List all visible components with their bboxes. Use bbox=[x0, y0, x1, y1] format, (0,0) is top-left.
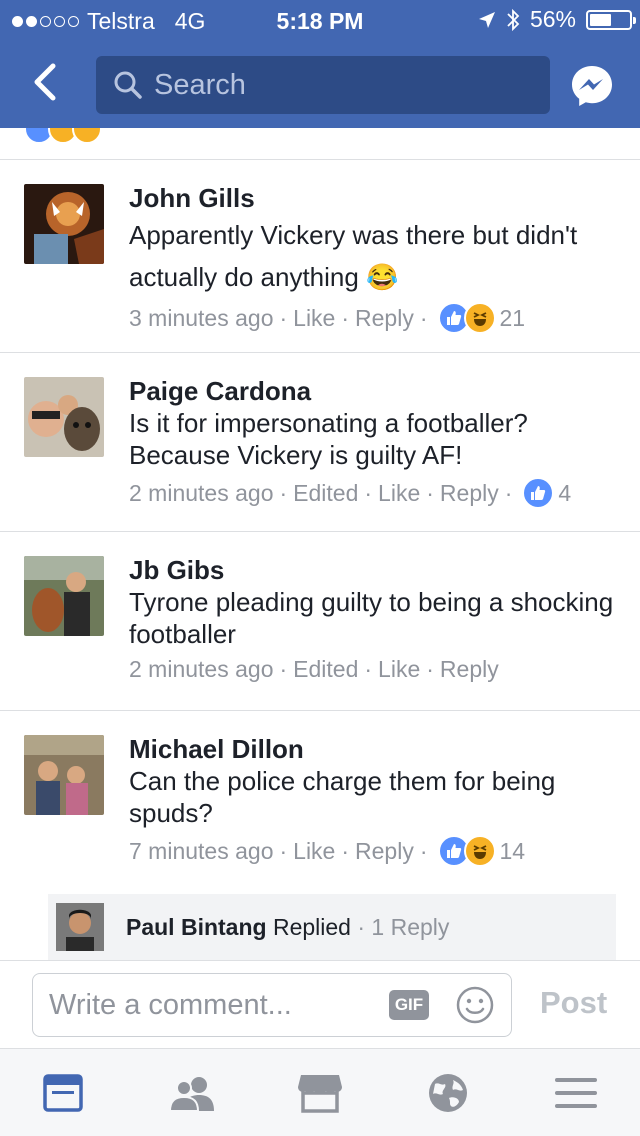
reaction-summary[interactable]: 4 bbox=[522, 477, 571, 509]
edited-label: Edited bbox=[293, 656, 359, 682]
gif-button[interactable]: GIF bbox=[389, 990, 429, 1020]
comment-input[interactable]: Write a comment... GIF bbox=[32, 973, 512, 1037]
comment-timestamp: 3 minutes ago bbox=[129, 304, 274, 331]
search-icon bbox=[114, 71, 142, 99]
app-header: Telstra 4G 5:18 PM 56% Search bbox=[0, 0, 640, 128]
avatar[interactable] bbox=[24, 184, 104, 264]
comment-author[interactable]: Michael Dillon bbox=[129, 733, 620, 765]
sticker-smile-icon[interactable] bbox=[455, 985, 495, 1025]
comment-timestamp: 2 minutes ago bbox=[129, 656, 274, 682]
reaction-count: 4 bbox=[558, 479, 572, 506]
like-button[interactable]: Like bbox=[293, 838, 335, 865]
location-arrow-icon bbox=[478, 11, 495, 28]
edited-label: Edited bbox=[293, 479, 359, 506]
comment-meta: 7 minutes ago · Like · Reply · 14 bbox=[129, 835, 620, 867]
tab-friends[interactable] bbox=[167, 1071, 217, 1115]
wow-reaction-icon bbox=[72, 128, 102, 144]
like-button[interactable]: Like bbox=[293, 305, 335, 332]
reply-action: Replied bbox=[272, 913, 351, 940]
back-button[interactable] bbox=[18, 56, 70, 108]
bluetooth-icon bbox=[507, 8, 520, 31]
view-replies-row[interactable]: Paul Bintang Replied · 1 Reply bbox=[48, 894, 616, 960]
status-bar: Telstra 4G 5:18 PM 56% bbox=[0, 0, 640, 40]
haha-reaction-icon bbox=[463, 835, 496, 867]
nav-row: Search bbox=[0, 40, 640, 128]
comment-text: Is it for impersonating a footballer? Be… bbox=[129, 408, 528, 470]
tab-menu[interactable] bbox=[551, 1071, 601, 1115]
comment-author[interactable]: John Gills bbox=[129, 182, 620, 214]
news-feed-icon bbox=[43, 1074, 83, 1112]
avatar[interactable] bbox=[24, 556, 104, 636]
like-button[interactable]: Like bbox=[378, 656, 420, 683]
comment-text: Apparently Vickery was there but didn't … bbox=[129, 220, 578, 292]
comment-item: Jb Gibs Tyrone pleading guilty to being … bbox=[0, 532, 640, 711]
reaction-summary[interactable]: 21 bbox=[437, 302, 526, 334]
reaction-count: 21 bbox=[499, 304, 526, 331]
comment-timestamp: 2 minutes ago bbox=[129, 479, 274, 506]
hamburger-menu-icon bbox=[555, 1078, 597, 1108]
status-right: 56% bbox=[478, 6, 636, 33]
comment-item: John Gills Apparently Vickery was there … bbox=[0, 160, 640, 353]
avatar bbox=[56, 903, 104, 951]
comment-author[interactable]: Jb Gibs bbox=[129, 554, 620, 586]
comment-author[interactable]: Paige Cardona bbox=[129, 375, 620, 407]
avatar[interactable] bbox=[24, 377, 104, 457]
bottom-tab-bar bbox=[0, 1048, 640, 1136]
battery-icon bbox=[586, 9, 636, 30]
comment-item: Paige Cardona Is it for impersonating a … bbox=[0, 353, 640, 532]
reply-button[interactable]: Reply bbox=[355, 305, 414, 332]
tab-news-feed[interactable] bbox=[38, 1071, 88, 1115]
globe-icon bbox=[429, 1074, 467, 1112]
back-chevron-icon bbox=[34, 63, 56, 101]
reply-author: Paul Bintang bbox=[126, 913, 267, 940]
search-input[interactable]: Search bbox=[96, 56, 550, 114]
reaction-count: 14 bbox=[499, 837, 526, 864]
reply-button[interactable]: Reply bbox=[440, 656, 499, 683]
reaction-summary[interactable]: 14 bbox=[437, 835, 526, 867]
search-placeholder: Search bbox=[154, 68, 246, 101]
previous-post-reactions bbox=[0, 128, 640, 160]
comment-text: Can the police charge them for being spu… bbox=[129, 766, 556, 828]
reply-button[interactable]: Reply bbox=[440, 480, 499, 507]
avatar[interactable] bbox=[24, 735, 104, 815]
like-button[interactable]: Like bbox=[378, 480, 420, 507]
friends-icon bbox=[168, 1077, 214, 1111]
comments-list: John Gills Apparently Vickery was there … bbox=[0, 128, 640, 960]
reply-button[interactable]: Reply bbox=[355, 838, 414, 865]
comment-meta: 2 minutes ago · Edited · Like · Reply bbox=[129, 656, 499, 683]
haha-reaction-icon bbox=[463, 302, 496, 334]
tab-notifications[interactable] bbox=[423, 1071, 473, 1115]
comment-timestamp: 7 minutes ago bbox=[129, 837, 274, 864]
reply-count: 1 Reply bbox=[371, 913, 450, 940]
comment-meta: 2 minutes ago · Edited · Like · Reply · … bbox=[129, 477, 620, 509]
battery-percent: 56% bbox=[529, 6, 576, 32]
marketplace-icon bbox=[298, 1075, 342, 1113]
comment-meta: 3 minutes ago · Like · Reply · 21 bbox=[129, 302, 620, 334]
comment-composer: Write a comment... GIF Post bbox=[0, 960, 640, 1048]
tears-of-joy-emoji: 😂 bbox=[366, 262, 399, 292]
messenger-icon[interactable] bbox=[570, 64, 614, 108]
comment-text: Tyrone pleading guilty to being a shocki… bbox=[129, 587, 614, 649]
like-reaction-icon bbox=[522, 477, 555, 509]
post-button[interactable]: Post bbox=[540, 985, 607, 1021]
comment-placeholder: Write a comment... bbox=[49, 988, 292, 1021]
tab-marketplace[interactable] bbox=[295, 1071, 345, 1115]
